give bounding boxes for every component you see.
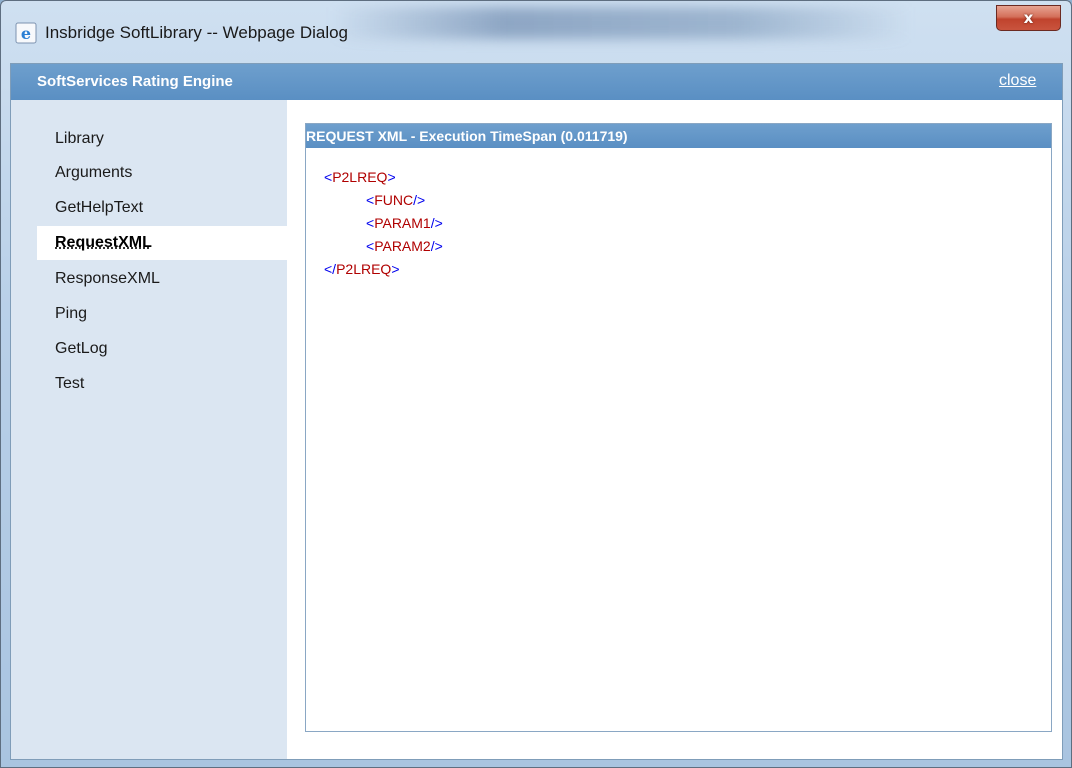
- sidebar-item-label: Ping: [55, 305, 88, 322]
- panel-title: REQUEST XML - Execution TimeSpan (0.0117…: [306, 124, 1051, 148]
- sidebar-item-library[interactable]: Library: [37, 122, 287, 156]
- xml-child-element: <PARAM1/>: [366, 215, 443, 231]
- sidebar-item-ping[interactable]: Ping: [37, 297, 287, 331]
- sidebar-item-getlog[interactable]: GetLog: [37, 332, 287, 366]
- xml-child-element: <PARAM2/>: [366, 238, 443, 254]
- header-title: SoftServices Rating Engine: [37, 73, 233, 90]
- xml-child-element: <FUNC/>: [366, 192, 426, 208]
- sidebar-item-label: Library: [55, 130, 104, 147]
- sidebar-item-label: Arguments: [55, 164, 133, 181]
- xml-root-close: </P2LREQ>: [324, 261, 400, 277]
- sidebar-item-label: RequestXML: [55, 234, 152, 251]
- sidebar-item-test[interactable]: Test: [37, 367, 287, 401]
- title-bar-glass: [331, 7, 911, 39]
- sidebar-item-label: GetLog: [55, 340, 108, 357]
- sidebar: Library Arguments GetHelpText RequestXML…: [11, 100, 287, 759]
- header-close-link[interactable]: close: [999, 72, 1036, 90]
- close-icon: x: [1023, 9, 1034, 27]
- dialog-window: e Insbridge SoftLibrary -- Webpage Dialo…: [0, 0, 1072, 768]
- sidebar-item-arguments[interactable]: Arguments: [37, 156, 287, 190]
- sidebar-item-gethelptext[interactable]: GetHelpText: [37, 191, 287, 225]
- title-bar[interactable]: e Insbridge SoftLibrary -- Webpage Dialo…: [1, 1, 1071, 63]
- ie-page-icon: e: [15, 22, 37, 44]
- xml-root-open: <P2LREQ>: [324, 169, 396, 185]
- window-title: Insbridge SoftLibrary -- Webpage Dialog: [45, 23, 349, 42]
- sidebar-item-label: ResponseXML: [55, 270, 160, 287]
- dialog-header: SoftServices Rating Engine close: [11, 64, 1062, 100]
- sidebar-item-responsexml[interactable]: ResponseXML: [37, 262, 287, 296]
- sidebar-item-requestxml[interactable]: RequestXML: [37, 226, 287, 260]
- svg-text:e: e: [21, 24, 31, 43]
- window-close-button[interactable]: x: [996, 5, 1061, 31]
- request-xml-panel: REQUEST XML - Execution TimeSpan (0.0117…: [305, 123, 1052, 732]
- dialog-content: SoftServices Rating Engine close Library…: [10, 63, 1063, 760]
- sidebar-item-label: GetHelpText: [55, 199, 144, 216]
- sidebar-item-label: Test: [55, 375, 85, 392]
- xml-viewer: <P2LREQ> <FUNC/> <PARAM1/> <PARAM2/> </P…: [324, 166, 443, 281]
